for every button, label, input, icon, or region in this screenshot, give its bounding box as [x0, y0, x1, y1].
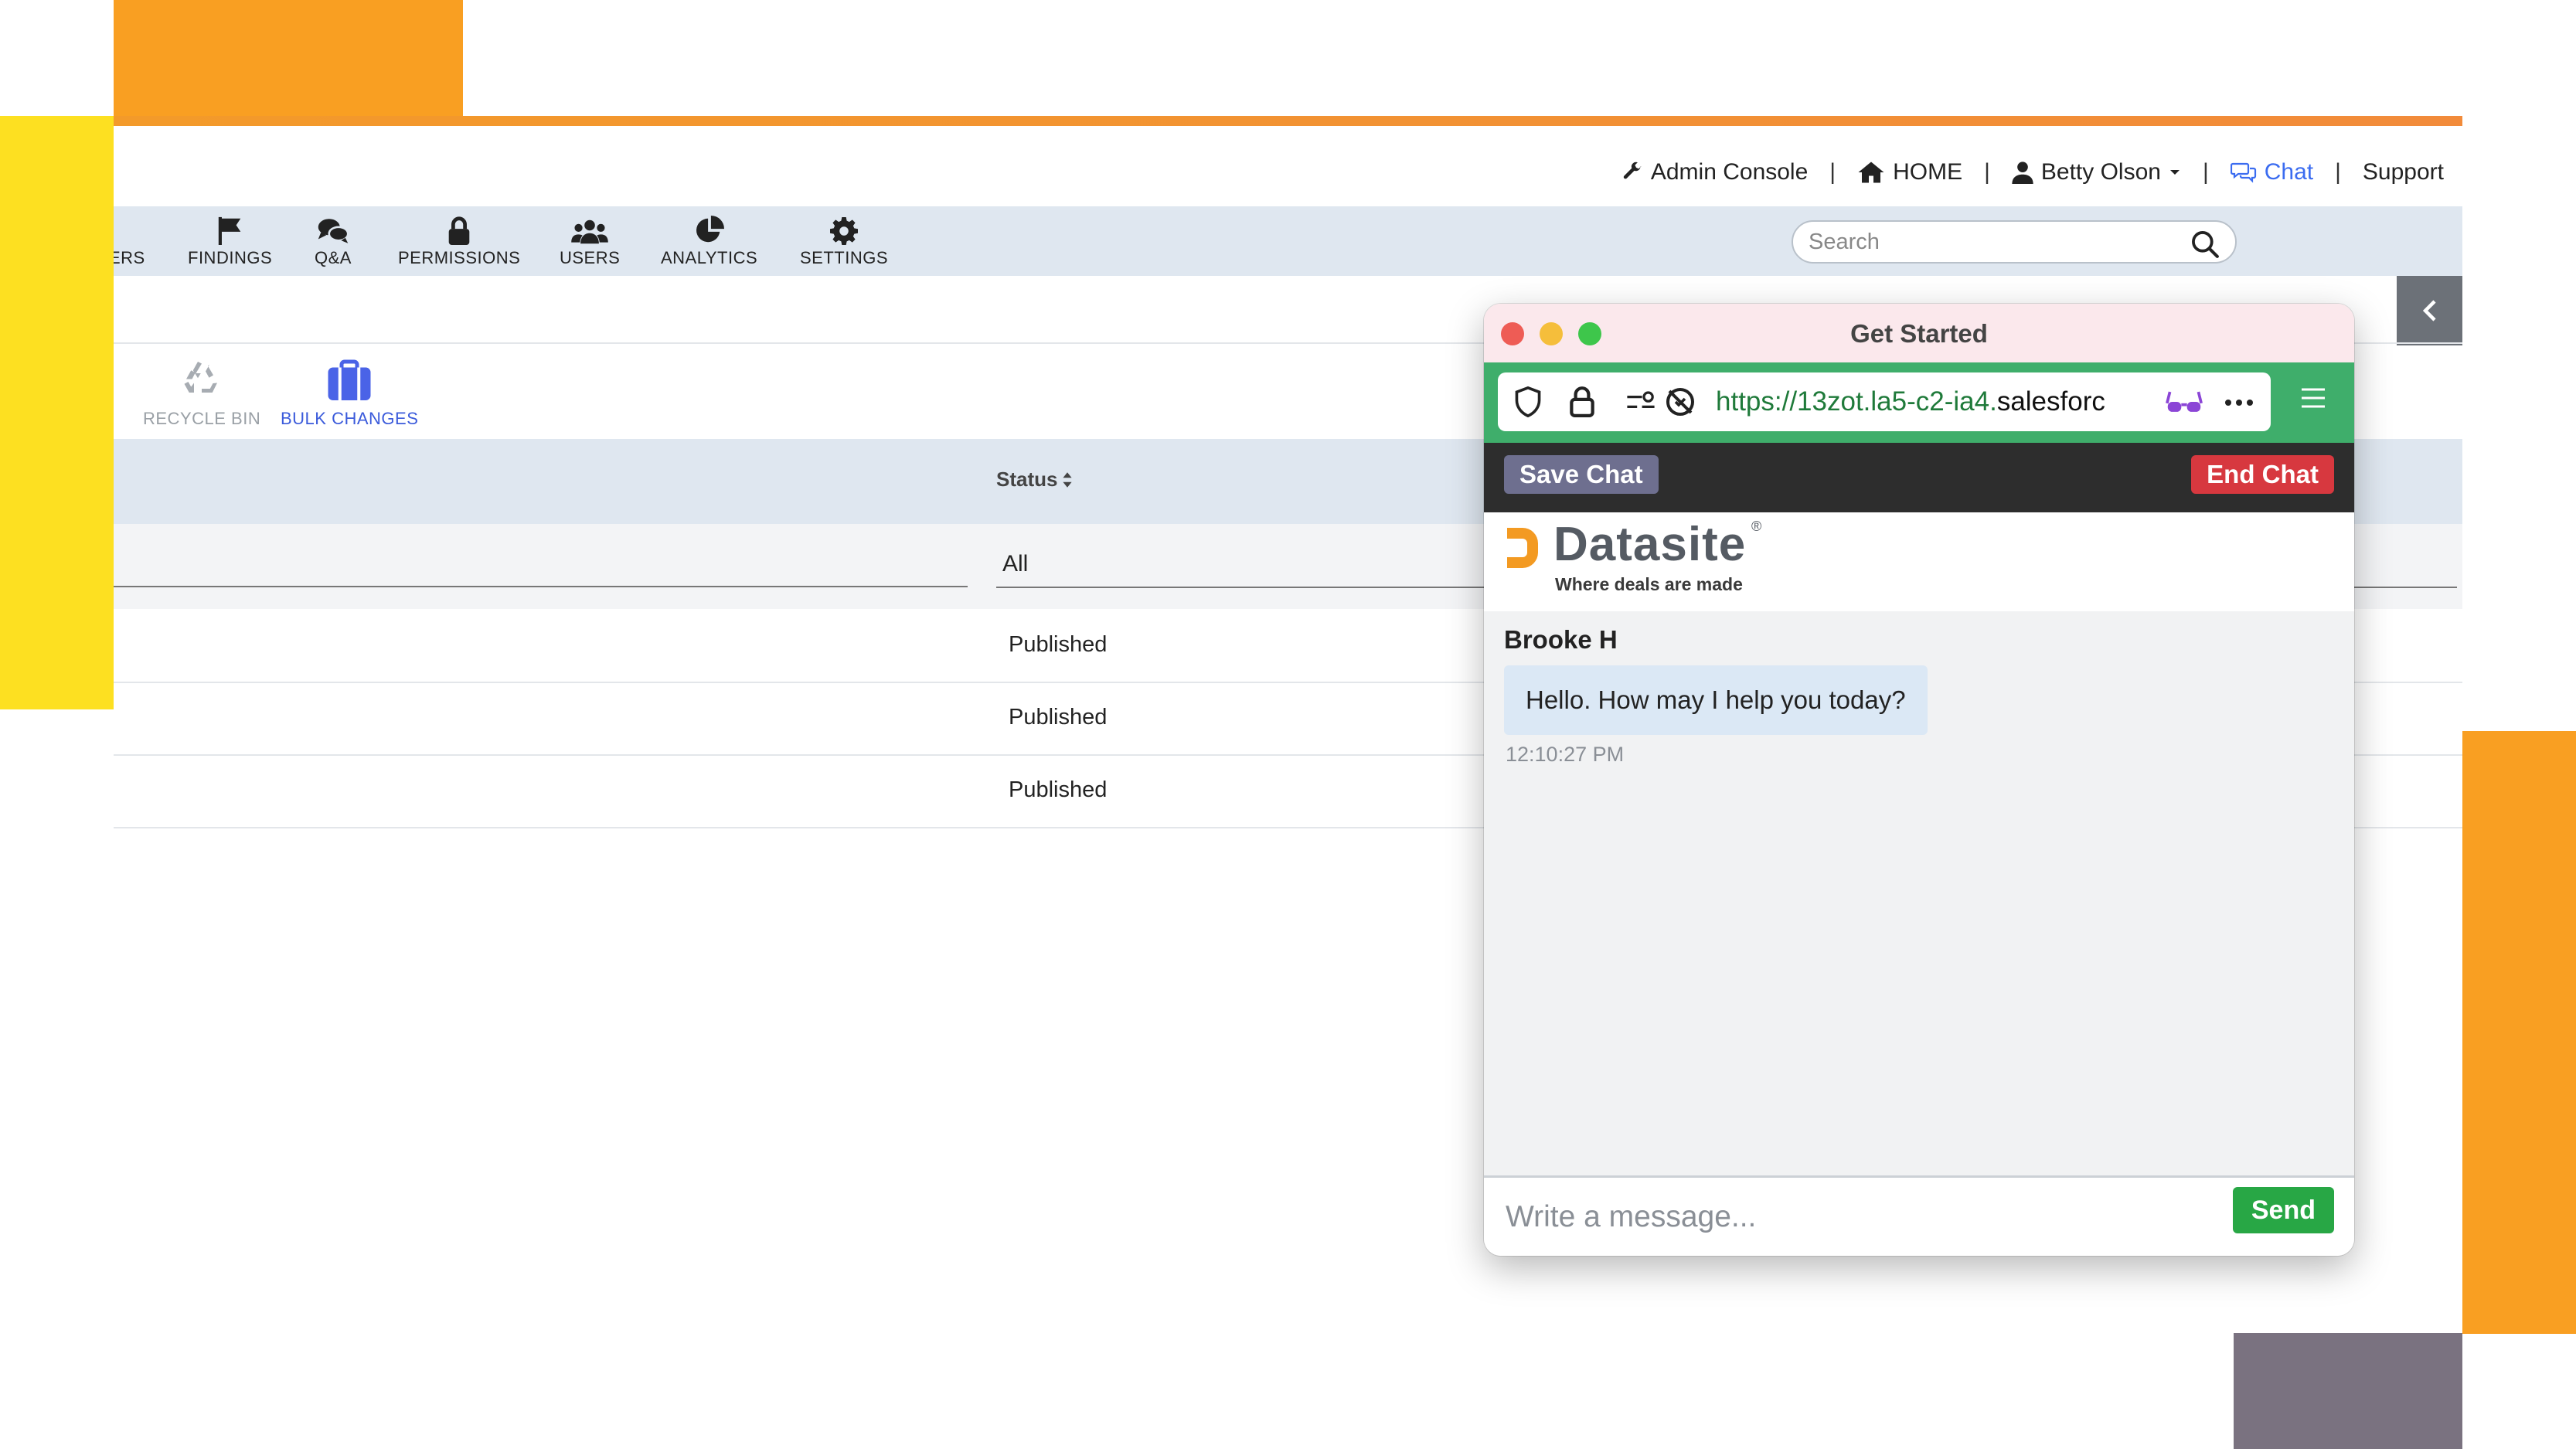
home-link[interactable]: HOME: [1857, 159, 1962, 185]
top-navigation: Admin Console | HOME | Betty Olson | Cha…: [1621, 149, 2444, 196]
agent-name: Brooke H: [1504, 625, 1618, 654]
chat-transcript: Brooke H Hello. How may I help you today…: [1484, 611, 2354, 1175]
gear-icon: [830, 217, 858, 245]
status-cell: Published: [1009, 705, 1108, 730]
message-input[interactable]: [1504, 1193, 2180, 1241]
save-chat-button[interactable]: Save Chat: [1504, 455, 1659, 494]
agent-message-bubble: Hello. How may I help you today?: [1504, 665, 1928, 735]
toolbar-item-folders[interactable]: ERS: [114, 206, 145, 276]
caret-down-icon: [2169, 170, 2180, 175]
filter-input-underline[interactable]: [114, 586, 968, 587]
nav-separator: |: [1984, 159, 1990, 185]
admin-console-label: Admin Console: [1650, 159, 1809, 185]
bulk-changes-label: BULK CHANGES: [281, 409, 419, 428]
users-icon: [571, 219, 608, 244]
status-header-label: Status: [996, 468, 1058, 491]
url-host: salesforc: [1996, 386, 2105, 417]
shield-icon[interactable]: [1513, 386, 1543, 417]
chat-label: Chat: [2264, 159, 2314, 185]
pie-chart-icon: [696, 216, 724, 243]
chat-brand-header: Datasite ® Where deals are made: [1484, 512, 2354, 611]
decorative-orange-block: [114, 0, 463, 116]
message-timestamp: 12:10:27 PM: [1506, 743, 1625, 766]
brand-tagline: Where deals are made: [1555, 574, 1743, 594]
toolbar-item-analytics[interactable]: ANALYTICS: [661, 206, 757, 276]
search-box[interactable]: [1792, 220, 2237, 264]
search-input[interactable]: [1807, 228, 2173, 256]
url-bar[interactable]: https://13zot.la5-c2-ia4.salesforc: [1498, 372, 2271, 431]
wrench-icon: [1623, 162, 1642, 179]
support-link[interactable]: Support: [2363, 159, 2444, 185]
home-icon: [1858, 162, 1884, 183]
user-icon: [2012, 162, 2033, 184]
permissions-icon[interactable]: [1625, 389, 1657, 414]
toolbar-item-findings[interactable]: FINDINGS: [188, 206, 272, 276]
home-label: HOME: [1893, 159, 1963, 185]
hamburger-menu-icon[interactable]: [2300, 387, 2326, 409]
status-column-header[interactable]: Status: [996, 468, 1073, 492]
nav-separator: |: [2202, 159, 2209, 185]
message-composer: Send: [1484, 1175, 2354, 1256]
flag-icon: [218, 216, 240, 245]
more-options-icon[interactable]: [2224, 399, 2254, 406]
lock-icon[interactable]: [1569, 385, 1595, 417]
reader-glasses-icon[interactable]: [2166, 388, 2203, 416]
toolbar-item-label: SETTINGS: [800, 248, 889, 267]
search-icon[interactable]: [2190, 230, 2220, 259]
bulk-changes-button[interactable]: BULK CHANGES: [281, 358, 418, 429]
browser-url-area: https://13zot.la5-c2-ia4.salesforc: [1484, 362, 2354, 443]
lock-icon: [448, 216, 470, 245]
recycle-icon: [184, 362, 218, 393]
recycle-bin-label: RECYCLE BIN: [143, 409, 261, 428]
toolbar-item-label: ANALYTICS: [661, 248, 758, 267]
chat-link[interactable]: Chat: [2230, 159, 2314, 185]
send-button[interactable]: Send: [2232, 1187, 2334, 1233]
chat-popup-window: Get Started https://13zot.la5-c2-ia4.sal…: [1484, 304, 2354, 1256]
toolbar-item-permissions[interactable]: PERMISSIONS: [398, 206, 520, 276]
chat-bubbles-icon: [318, 219, 349, 243]
decorative-gray-block: [2234, 1333, 2462, 1449]
datasite-logo-icon: [1507, 528, 1538, 568]
toolbar-item-label: Q&A: [315, 248, 352, 267]
toolbar-item-users[interactable]: USERS: [560, 206, 620, 276]
toolbar-item-label: USERS: [560, 248, 621, 267]
decorative-orange-side-block: [2462, 731, 2576, 1334]
support-label: Support: [2362, 159, 2444, 185]
toolbar-item-label: PERMISSIONS: [398, 248, 521, 267]
decorative-yellow-block: [0, 116, 114, 709]
nav-separator: |: [1829, 159, 1836, 185]
nav-separator: |: [2335, 159, 2341, 185]
toolbar-item-qa[interactable]: Q&A: [315, 206, 352, 276]
brand-name: Datasite: [1553, 518, 1747, 571]
tracking-off-icon[interactable]: [1665, 386, 1696, 417]
chevron-left-icon: [2422, 300, 2436, 321]
status-filter-value: All: [1002, 551, 1029, 577]
admin-console-link[interactable]: Admin Console: [1621, 159, 1808, 185]
status-cell: Published: [1009, 777, 1108, 802]
end-chat-button[interactable]: End Chat: [2191, 455, 2334, 494]
decorative-orange-stripe: [114, 116, 2462, 126]
sort-icon: [1063, 471, 1073, 488]
user-name: Betty Olson: [2040, 159, 2161, 185]
toolbar-item-label: FINDINGS: [188, 248, 273, 267]
window-title: Get Started: [1850, 319, 1988, 348]
url-path: https://13zot.la5-c2-ia4.: [1716, 386, 1997, 417]
brand-registered-mark: ®: [1751, 519, 1762, 534]
collapse-panel-button[interactable]: [2397, 276, 2462, 345]
status-cell: Published: [1009, 632, 1108, 657]
chat-icon: [2230, 162, 2256, 183]
recycle-bin-button[interactable]: RECYCLE BIN: [143, 358, 260, 429]
toolbar-item-settings[interactable]: SETTINGS: [800, 206, 888, 276]
window-titlebar[interactable]: Get Started: [1484, 304, 2354, 363]
chat-toolbar: Save Chat End Chat: [1484, 443, 2354, 512]
user-menu[interactable]: Betty Olson: [2012, 159, 2181, 185]
toolbar-item-label: ERS: [114, 248, 145, 267]
briefcase-icon: [328, 359, 371, 400]
url-text[interactable]: https://13zot.la5-c2-ia4.salesforc: [1716, 386, 2156, 417]
